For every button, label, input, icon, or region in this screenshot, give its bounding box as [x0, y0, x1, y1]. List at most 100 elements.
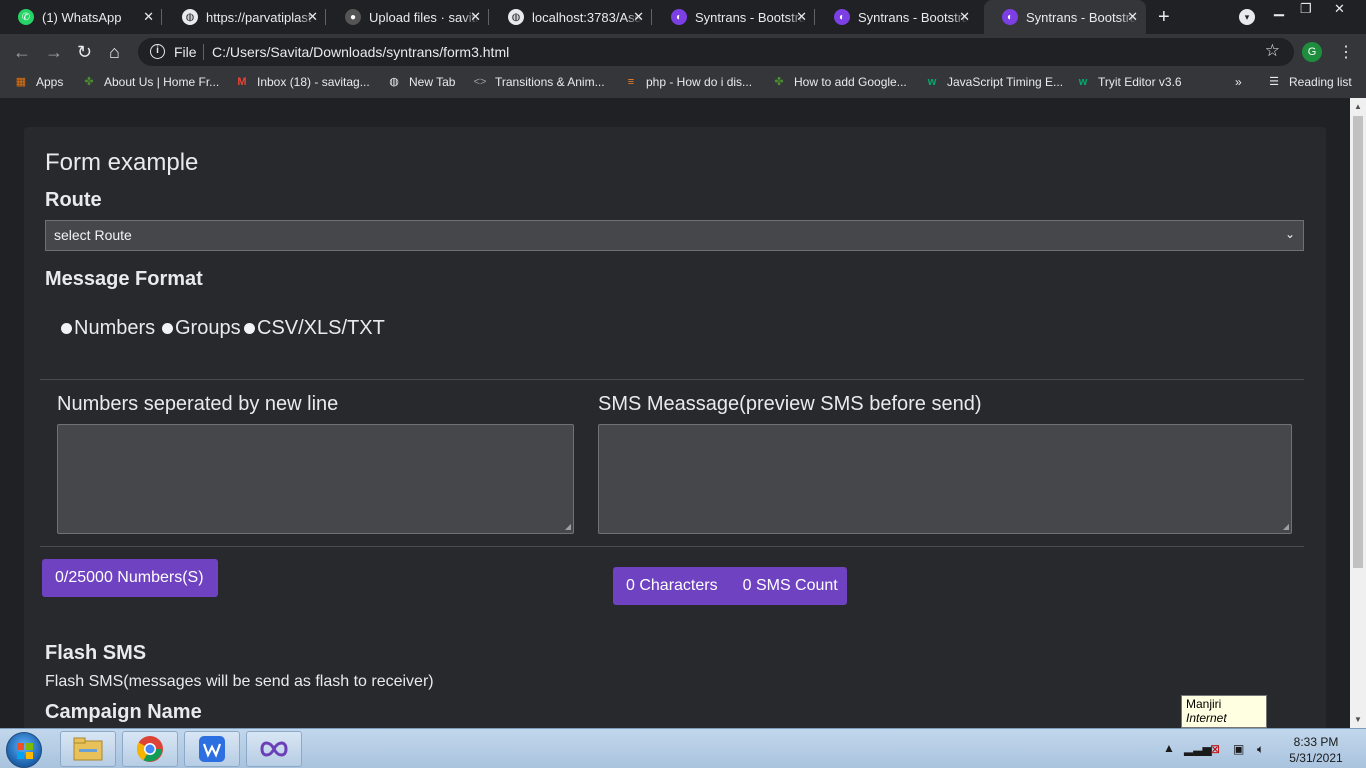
radio-numbers[interactable]: Numbers [61, 317, 155, 340]
tab-syntrans-1[interactable]: ◐ Syntrans - Bootstra ✕ [653, 0, 815, 34]
bookmark-label: Tryit Editor v3.6 [1098, 75, 1182, 89]
stackoverflow-icon: ≡ [627, 76, 635, 88]
bookmark-transitions[interactable]: <> Transitions & Anim... [473, 75, 605, 89]
power-icon[interactable]: ▣ [1233, 742, 1244, 756]
tab-search-icon[interactable]: ▾ [1239, 9, 1255, 25]
flash-sms-description: Flash SMS(messages will be send as flash… [45, 673, 434, 690]
bookmark-label: How to add Google... [794, 75, 907, 89]
bookmark-label: New Tab [409, 75, 456, 89]
close-icon[interactable]: ✕ [1127, 9, 1138, 25]
taskbar-visual-studio[interactable] [246, 731, 302, 767]
close-icon[interactable]: ✕ [633, 9, 644, 25]
wps-writer-icon [199, 736, 225, 762]
resize-grip-icon[interactable]: ◢ [1283, 522, 1289, 531]
tab-github[interactable]: ● Upload files · savita ✕ [327, 0, 489, 34]
forward-arrow-icon[interactable]: → [45, 42, 63, 62]
close-icon[interactable]: ✕ [959, 9, 970, 25]
close-icon[interactable]: ✕ [307, 9, 318, 25]
close-icon[interactable]: ✕ [470, 9, 481, 25]
bookmark-apps[interactable]: ▦ Apps [14, 75, 64, 89]
divider [203, 44, 204, 60]
minimize-icon[interactable]: ▁ [1274, 1, 1284, 17]
leaf-icon: ✤ [774, 76, 784, 88]
radio-dot[interactable] [244, 323, 255, 334]
chevron-down-icon: ⌄ [1284, 227, 1295, 241]
scroll-up-icon[interactable]: ▲ [1354, 102, 1362, 111]
taskbar-chrome[interactable] [122, 731, 178, 767]
resize-grip-icon[interactable]: ◢ [565, 522, 571, 531]
window-close-icon[interactable]: ✕ [1334, 1, 1345, 17]
tab-whatsapp[interactable]: ✆ (1) WhatsApp ✕ [0, 0, 162, 34]
sms-stats-badge: 0 Characters 0 SMS Count [613, 567, 847, 605]
bookmark-tryit[interactable]: w Tryit Editor v3.6 [1076, 75, 1182, 89]
profile-avatar[interactable]: G [1302, 42, 1322, 62]
radio-dot[interactable] [162, 323, 173, 334]
url-text[interactable]: C:/Users/Savita/Downloads/syntrans/form3… [212, 44, 509, 60]
clock-time: 8:33 PM [1293, 735, 1339, 749]
more-bookmarks-icon[interactable]: » [1235, 75, 1242, 89]
system-clock[interactable]: 8:33 PM 5/31/2021 [1286, 734, 1346, 766]
radio-groups[interactable]: Groups [162, 317, 241, 340]
tab-title: Syntrans - Bootstra [695, 9, 805, 25]
info-icon[interactable]: i [150, 44, 165, 59]
form-card: Form example Route select Route ⌄ Messag… [24, 127, 1326, 728]
more-menu-icon[interactable]: ⋮ [1338, 42, 1354, 62]
bookmark-new-tab[interactable]: ◍ New Tab [387, 75, 455, 89]
radio-label: Groups [175, 317, 241, 339]
bookmark-star-icon[interactable]: ☆ [1265, 41, 1280, 61]
route-select[interactable]: select Route ⌄ [45, 220, 1304, 251]
route-select-value: select Route [54, 227, 132, 243]
characters-count: 0 Characters [626, 577, 718, 594]
scheme-label: File [174, 44, 197, 60]
restore-icon[interactable]: ❐ [1300, 1, 1312, 17]
vertical-scrollbar[interactable]: ▲ ▼ [1350, 98, 1366, 728]
bookmark-php[interactable]: ≡ php - How do i dis... [624, 75, 752, 89]
new-tab-button[interactable]: + [1158, 6, 1170, 28]
tab-parvatiplast[interactable]: ◍ https://parvatiplast ✕ [164, 0, 326, 34]
close-icon[interactable]: ✕ [143, 9, 154, 25]
sms-label: SMS Meassage(preview SMS before send) [598, 393, 982, 415]
start-button[interactable] [6, 732, 42, 768]
bookmark-google[interactable]: ✤ How to add Google... [772, 75, 907, 89]
globe-icon: ◍ [508, 9, 524, 25]
taskbar-explorer[interactable] [60, 731, 116, 767]
tab-separator [651, 9, 652, 25]
volume-icon[interactable]: 🔈︎ [1257, 742, 1264, 757]
sms-textarea[interactable]: ◢ [598, 424, 1292, 534]
back-arrow-icon[interactable]: ← [13, 42, 31, 62]
clock-date: 5/31/2021 [1289, 751, 1343, 765]
page-viewport: Form example Route select Route ⌄ Messag… [0, 98, 1350, 728]
bookmark-inbox[interactable]: M Inbox (18) - savitag... [235, 75, 370, 89]
reading-list-button[interactable]: ☰ Reading list [1267, 75, 1352, 89]
bookmark-js-timing[interactable]: w JavaScript Timing E... [925, 75, 1063, 89]
tab-syntrans-active[interactable]: ◐ Syntrans - Bootstra ✕ [984, 0, 1146, 34]
taskbar: ▲ ▂▃▅ ⊠ ▣ 🔈︎ 8:33 PM 5/31/2021 [0, 728, 1366, 768]
whatsapp-icon: ✆ [18, 9, 34, 25]
address-bar[interactable]: i File C:/Users/Savita/Downloads/syntran… [138, 38, 1294, 66]
tab-title: localhost:3783/Ass [532, 9, 642, 25]
radio-dot[interactable] [61, 323, 72, 334]
scroll-down-icon[interactable]: ▼ [1354, 715, 1362, 724]
w3-icon: w [927, 76, 937, 88]
scrollbar-thumb[interactable] [1353, 116, 1363, 568]
reload-icon[interactable]: ↻ [77, 42, 92, 62]
tab-syntrans-2[interactable]: ◐ Syntrans - Bootstra ✕ [816, 0, 978, 34]
bookmark-label: Inbox (18) - savitag... [257, 75, 370, 89]
route-label: Route [45, 189, 102, 211]
network-tooltip: Manjiri Internet access [1181, 695, 1267, 739]
numbers-textarea[interactable]: ◢ [57, 424, 574, 534]
tab-localhost[interactable]: ◍ localhost:3783/Ass ✕ [490, 0, 652, 34]
close-icon[interactable]: ✕ [796, 9, 807, 25]
radio-csv[interactable]: CSV/XLS/TXT [244, 317, 385, 340]
antivirus-icon[interactable]: ⊠ [1210, 742, 1220, 756]
bookmarks-bar: ▦ Apps ✤ About Us | Home Fr... M Inbox (… [0, 70, 1366, 98]
tab-title: Syntrans - Bootstra [1026, 9, 1136, 25]
network-icon[interactable]: ▂▃▅ [1184, 742, 1212, 756]
browser-toolbar: ← → ↻ ⌂ i File C:/Users/Savita/Downloads… [0, 34, 1366, 70]
home-icon[interactable]: ⌂ [109, 42, 120, 62]
show-hidden-icons-icon[interactable]: ▲ [1163, 741, 1175, 755]
radio-label: CSV/XLS/TXT [257, 317, 385, 339]
taskbar-wps[interactable] [184, 731, 240, 767]
bookmark-about-us[interactable]: ✤ About Us | Home Fr... [82, 75, 219, 89]
bookmark-label: About Us | Home Fr... [104, 75, 220, 89]
